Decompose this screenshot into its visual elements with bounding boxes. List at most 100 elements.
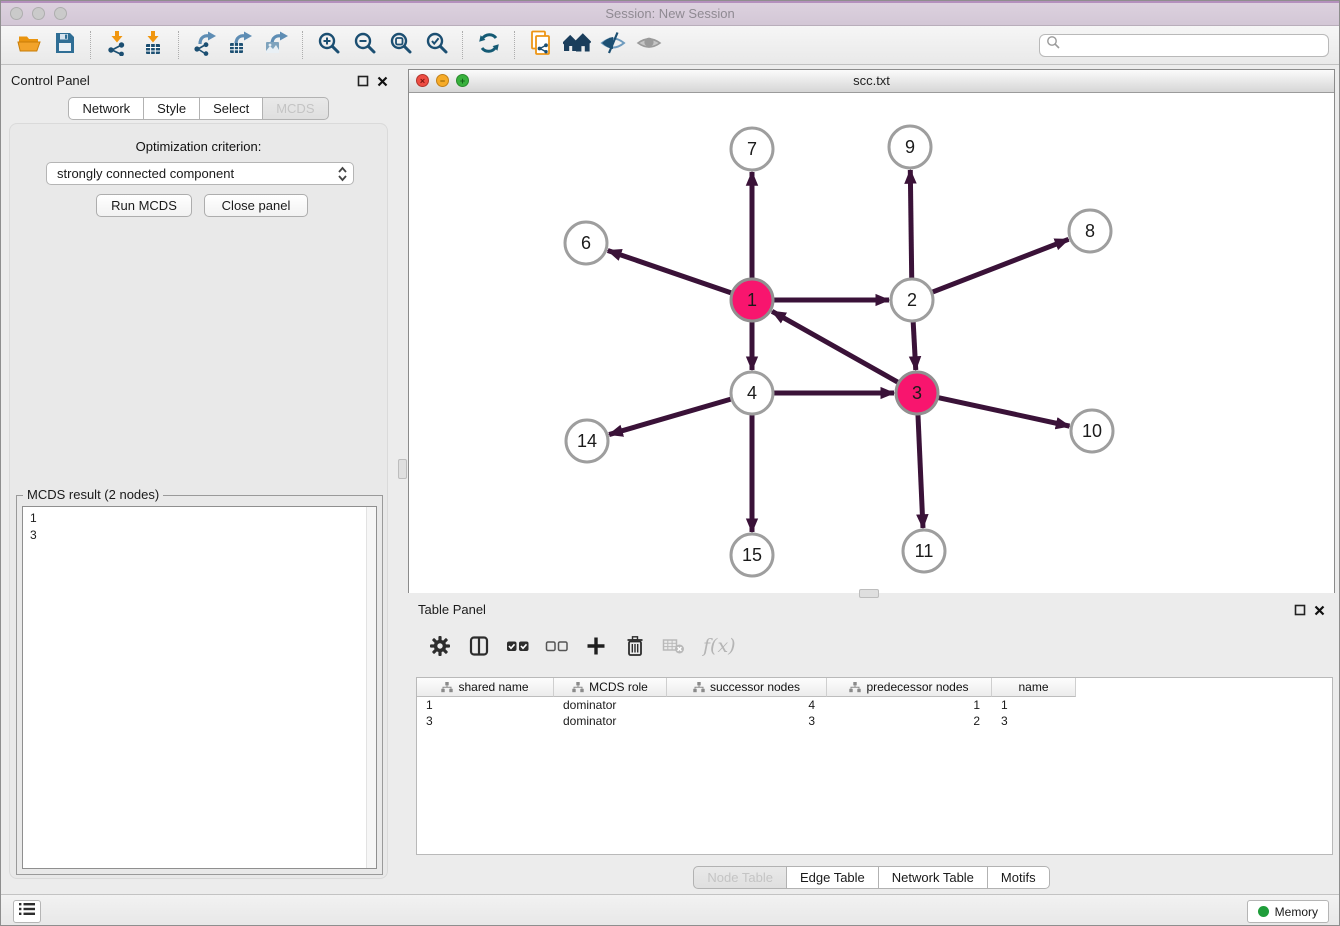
cell-shared-name[interactable]: 1 [417,698,554,712]
toolbar-separator [462,31,464,59]
zoom-out-button[interactable] [347,29,383,61]
graph-node-4[interactable]: 4 [731,372,773,414]
graph-node-3[interactable]: 3 [896,372,938,414]
cell-successor-nodes[interactable]: 3 [667,714,827,728]
close-table-panel-icon[interactable] [1314,603,1325,621]
node-label: 15 [742,545,762,565]
houses-button[interactable] [559,29,595,61]
import-network-button[interactable] [99,29,135,61]
graph-node-2[interactable]: 2 [891,279,933,321]
close-panel-button[interactable]: Close panel [204,194,308,217]
column-header-name[interactable]: name [992,678,1076,697]
horizontal-splitter-handle[interactable] [859,589,879,598]
column-header-mcds-role[interactable]: MCDS role [554,678,667,697]
add-row-button[interactable] [584,636,608,660]
zoom-fit-button[interactable] [383,29,419,61]
vertical-splitter-handle[interactable] [398,459,407,479]
graph-node-9[interactable]: 9 [889,126,931,168]
network-document-button[interactable] [523,29,559,61]
network-window-header[interactable]: × − + scc.txt [409,70,1334,93]
run-mcds-button[interactable]: Run MCDS [96,194,192,217]
graph-node-8[interactable]: 8 [1069,210,1111,252]
mcds-result-textarea[interactable]: 13 [22,506,377,869]
table-tab-motifs[interactable]: Motifs [988,866,1050,889]
column-header-shared-name[interactable]: shared name [417,678,554,697]
table-row[interactable]: 1dominator411 [417,697,1332,713]
memory-button[interactable]: Memory [1247,900,1329,923]
column-manager-button[interactable] [467,636,491,660]
zoom-in-button[interactable] [311,29,347,61]
criterion-dropdown[interactable]: strongly connected component [46,162,354,185]
edge-3-1[interactable] [772,311,898,382]
table-row[interactable]: 3dominator323 [417,713,1332,729]
graph-node-14[interactable]: 14 [566,420,608,462]
column-header-successor-nodes[interactable]: successor nodes [667,678,827,697]
edge-2-3[interactable] [913,322,916,370]
dropdown-stepper-icon [337,166,348,182]
main-toolbar [1,26,1339,65]
tab-mcds[interactable]: MCDS [263,97,328,120]
tab-style[interactable]: Style [144,97,200,120]
network-canvas[interactable]: 1 2 3 4 6 7 8 9 10 11 14 15 [409,93,1334,593]
export-network-icon [192,30,218,61]
import-table-button[interactable] [135,29,171,61]
node-label: 7 [747,139,757,159]
export-table-button[interactable] [223,29,259,61]
float-panel-icon[interactable] [357,74,369,92]
cell-mcds-role[interactable]: dominator [554,698,667,712]
refresh-layout-button[interactable] [471,29,507,61]
graph-node-10[interactable]: 10 [1071,410,1113,452]
open-folder-icon [16,30,42,61]
graph-node-7[interactable]: 7 [731,128,773,170]
search-field[interactable] [1039,34,1329,57]
edge-1-6[interactable] [608,250,731,292]
delete-table-icon [662,635,686,662]
graph-node-15[interactable]: 15 [731,534,773,576]
delete-row-button[interactable] [623,636,647,660]
export-image-button[interactable] [259,29,295,61]
gear-icon [429,635,451,662]
columns-icon [468,635,490,662]
graph-node-6[interactable]: 6 [565,222,607,264]
export-network-button[interactable] [187,29,223,61]
import-table-icon [140,30,166,61]
save-session-button[interactable] [47,29,83,61]
float-table-panel-icon[interactable] [1294,603,1306,621]
table-tab-node-table[interactable]: Node Table [693,866,787,889]
cell-name[interactable]: 3 [992,714,1076,728]
zoom-selected-button[interactable] [419,29,455,61]
column-header-predecessor-nodes[interactable]: predecessor nodes [827,678,992,697]
table-panel-title: Table Panel [418,602,486,617]
edge-4-14[interactable] [609,399,731,434]
graph-svg: 1 2 3 4 6 7 8 9 10 11 14 15 [409,93,1334,593]
cell-predecessor-nodes[interactable]: 1 [827,698,992,712]
graph-node-11[interactable]: 11 [903,530,945,572]
fx-icon: f(x) [702,634,740,663]
table-settings-button[interactable] [428,636,452,660]
select-all-rows-button[interactable] [506,636,530,660]
cell-predecessor-nodes[interactable]: 2 [827,714,992,728]
edge-3-10[interactable] [938,398,1069,426]
result-scrollbar[interactable] [366,507,376,868]
close-panel-icon[interactable] [377,74,388,92]
show-panels-button[interactable] [13,900,41,923]
cell-successor-nodes[interactable]: 4 [667,698,827,712]
graph-node-1[interactable]: 1 [731,279,773,321]
toolbar-separator [302,31,304,59]
edge-2-8[interactable] [933,239,1069,292]
table-tab-network-table[interactable]: Network Table [879,866,988,889]
deselect-all-rows-button[interactable] [545,636,569,660]
edge-2-9[interactable] [910,170,911,278]
tab-select[interactable]: Select [200,97,263,120]
cell-name[interactable]: 1 [992,698,1076,712]
table-tab-edge-table[interactable]: Edge Table [787,866,879,889]
search-input[interactable] [1061,37,1328,53]
edge-3-11[interactable] [918,415,923,528]
hide-graphics-details-button[interactable] [595,29,631,61]
application-window: Session: New Session Control Panel [0,0,1340,926]
tab-network[interactable]: Network [68,97,144,120]
cell-shared-name[interactable]: 3 [417,714,554,728]
open-file-button[interactable] [11,29,47,61]
toolbar-separator [178,31,180,59]
cell-mcds-role[interactable]: dominator [554,714,667,728]
